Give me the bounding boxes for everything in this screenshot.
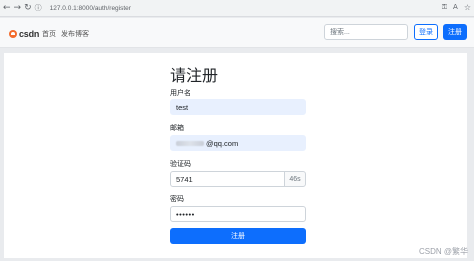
translate-icon[interactable]: A: [453, 3, 458, 12]
nav-link-home[interactable]: 首页: [42, 29, 56, 39]
code-label: 验证码: [170, 160, 191, 168]
csdn-logo-icon: [9, 30, 17, 38]
password-label: 密码: [170, 195, 184, 203]
info-icon[interactable]: ⓘ: [35, 3, 42, 13]
back-icon[interactable]: ←: [3, 3, 11, 13]
email-input[interactable]: @qq.com: [170, 135, 306, 151]
forward-icon[interactable]: →: [14, 3, 22, 13]
nav-link-publish[interactable]: 发布博客: [61, 29, 89, 39]
reload-icon[interactable]: ↻: [24, 3, 32, 13]
login-button[interactable]: 登录: [414, 24, 438, 40]
code-input[interactable]: 5741: [170, 171, 285, 187]
send-code-countdown-button[interactable]: 46s: [284, 171, 306, 187]
browser-nav-controls: ← → ↻ ⓘ: [3, 3, 42, 13]
page-title: 请注册: [170, 66, 219, 85]
brand-logo[interactable]: csdn: [9, 29, 39, 39]
username-label: 用户名: [170, 89, 191, 97]
csdn-watermark: CSDN @繁华: [418, 247, 468, 256]
search-input[interactable]: 搜索...: [324, 24, 408, 40]
brand-text: csdn: [19, 29, 40, 39]
star-icon[interactable]: ☆: [464, 3, 471, 12]
email-label: 邮箱: [170, 124, 184, 132]
email-redaction: [176, 140, 204, 146]
browser-address-bar: ← → ↻ ⓘ 127.0.0.1:8000/auth/register ⚿ A…: [0, 0, 474, 17]
register-submit-button[interactable]: 注册: [170, 228, 306, 244]
url-text[interactable]: 127.0.0.1:8000/auth/register: [50, 5, 131, 12]
email-value: @qq.com: [206, 138, 239, 148]
register-nav-button[interactable]: 注册: [443, 24, 467, 40]
username-input[interactable]: test: [170, 99, 306, 115]
key-icon[interactable]: ⚿: [442, 3, 447, 12]
password-input[interactable]: ••••••: [170, 206, 306, 222]
browser-actions: ⚿ A ☆: [442, 3, 471, 12]
